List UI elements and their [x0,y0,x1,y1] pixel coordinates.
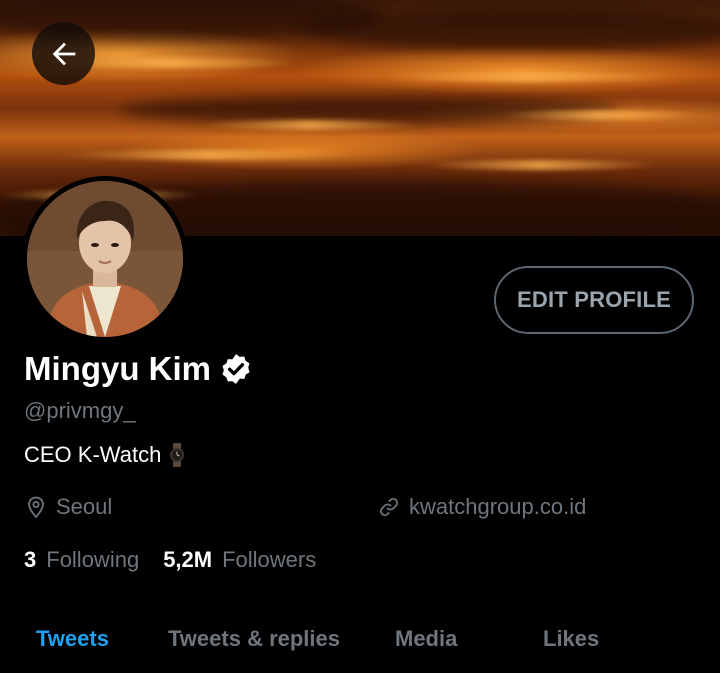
following-label: Following [46,547,140,572]
back-button[interactable] [32,22,95,85]
followers-count: 5,2M [163,547,213,572]
profile-handle: @privmgy_ [24,398,136,423]
edit-profile-button[interactable]: EDIT PROFILE [494,266,694,334]
tab-likes[interactable]: Likes [543,626,599,652]
arrow-left-icon [52,42,75,65]
tab-media[interactable]: Media [395,626,457,652]
link-icon [380,498,398,516]
avatar-frame [22,176,188,342]
following-count: 3 [24,547,37,572]
follow-stats: 3 Following 5,2M Followers [24,547,316,573]
profile-bio: CEO K-Watch [24,442,185,468]
bio-text: CEO K-Watch [24,442,162,467]
location-pin-icon [28,496,44,519]
tab-tweets[interactable]: Tweets [36,626,109,652]
tab-tweets-replies[interactable]: Tweets & replies [168,626,340,652]
profile-website-link[interactable]: kwatchgroup.co.id [377,494,586,520]
profile-name: Mingyu Kim [24,350,211,387]
profile-name-row: Mingyu Kim [24,350,253,388]
profile-location: Seoul [24,494,112,520]
followers-label: Followers [222,547,317,572]
following-link[interactable]: 3 Following [24,547,139,573]
profile-tabs: Tweets Tweets & replies Media Likes [0,620,720,673]
watch-icon [170,443,185,467]
website-text[interactable]: kwatchgroup.co.id [409,494,586,520]
avatar-image [27,181,183,337]
verified-badge-icon [222,354,250,384]
followers-link[interactable]: 5,2M Followers [163,547,316,573]
avatar[interactable] [27,181,183,337]
location-text: Seoul [56,494,113,519]
